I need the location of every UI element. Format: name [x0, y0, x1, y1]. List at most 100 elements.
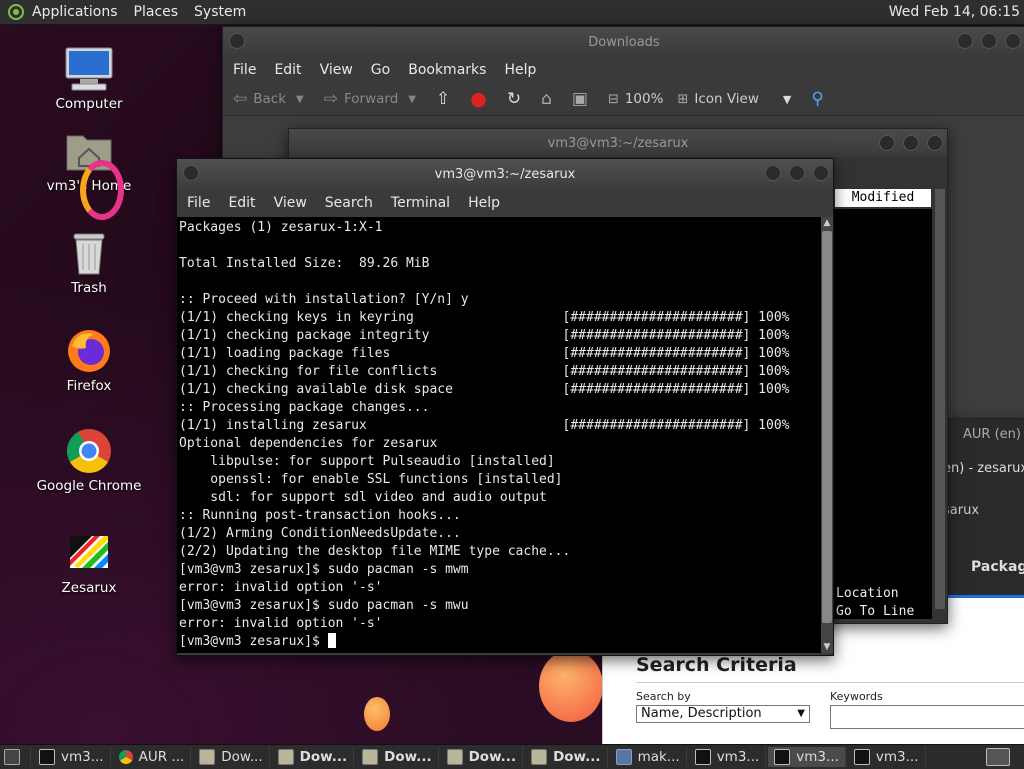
- terminal-line: (1/1) loading package files [###########…: [179, 346, 790, 361]
- taskbar-item-label: Dow...: [299, 749, 348, 765]
- system-menu[interactable]: System: [194, 4, 246, 20]
- stop-icon: ●: [470, 88, 487, 110]
- trash-icon: [64, 230, 114, 276]
- window-title: vm3@vm3:~/zesarux: [434, 166, 576, 182]
- taskbar-item[interactable]: Dow...: [441, 747, 524, 767]
- taskbar-item[interactable]: vm3...: [33, 747, 111, 767]
- terminal-line: :: Running post-transaction hooks...: [179, 508, 461, 523]
- back-button[interactable]: ⇦ Back ▼: [233, 89, 310, 109]
- stop-button[interactable]: ●: [470, 88, 493, 110]
- zoom-level: 100%: [624, 91, 664, 107]
- taskbar-item[interactable]: Dow...: [525, 747, 608, 767]
- view-mode-select[interactable]: Icon View: [694, 91, 759, 107]
- scrollbar[interactable]: [935, 189, 945, 609]
- search-button[interactable]: ⚲: [811, 89, 829, 109]
- minimize-button[interactable]: [957, 33, 973, 49]
- file-manager-titlebar[interactable]: Downloads: [223, 27, 1024, 57]
- keywords-input[interactable]: [830, 705, 1024, 729]
- forward-button[interactable]: ⇨ Forward ▼: [324, 89, 422, 109]
- menu-go[interactable]: Go: [371, 62, 390, 78]
- menu-view[interactable]: View: [320, 62, 353, 78]
- scrollbar-thumb[interactable]: [822, 231, 832, 623]
- terminal-line: libpulse: for support Pulseaudio [instal…: [179, 454, 555, 469]
- desktop-icon-label: Trash: [71, 280, 107, 296]
- home-button[interactable]: ⌂: [541, 89, 558, 109]
- back-terminal-text: Location Go To Line: [836, 585, 914, 621]
- places-menu[interactable]: Places: [134, 4, 179, 20]
- terminal-titlebar[interactable]: vm3@vm3:~/zesarux: [177, 159, 833, 189]
- maximize-button[interactable]: [903, 135, 919, 151]
- minimize-button[interactable]: [765, 165, 781, 181]
- desktop-icon-trash[interactable]: Trash: [28, 230, 150, 296]
- taskbar-item[interactable]: Dow...: [356, 747, 439, 767]
- wallpaper-circle: [539, 650, 603, 722]
- window-menu-button[interactable]: [229, 33, 245, 49]
- taskbar-item[interactable]: mak...: [610, 747, 687, 767]
- terminal-line: Total Installed Size: 89.26 MiB: [179, 256, 430, 271]
- menu-help[interactable]: Help: [504, 62, 536, 78]
- terminal-line: :: Proceed with installation? [Y/n] y: [179, 292, 469, 307]
- taskbar-item[interactable]: AUR ...: [113, 747, 192, 767]
- taskbar-item[interactable]: vm3...: [768, 747, 846, 767]
- close-button[interactable]: [1005, 33, 1021, 49]
- modified-column-header[interactable]: Modified: [835, 189, 931, 207]
- clock[interactable]: Wed Feb 14, 06:15: [889, 4, 1020, 20]
- back-terminal-screen[interactable]: [834, 209, 932, 619]
- menu-edit[interactable]: Edit: [228, 195, 255, 211]
- terminal-line: Location: [836, 586, 899, 601]
- taskbar-item[interactable]: Dow...: [193, 747, 270, 767]
- desktop-icon-computer[interactable]: Computer: [28, 46, 150, 112]
- browser-tab-title[interactable]: AUR (en) -: [963, 427, 1024, 442]
- menu-view[interactable]: View: [274, 195, 307, 211]
- back-terminal-titlebar[interactable]: vm3@vm3:~/zesarux: [289, 129, 947, 157]
- desktop-icon-zesarux[interactable]: Zesarux: [28, 530, 150, 596]
- menu-file[interactable]: File: [187, 195, 210, 211]
- packages-nav-link[interactable]: Package: [971, 559, 1024, 575]
- menu-help[interactable]: Help: [468, 195, 500, 211]
- chevron-down-icon: ▼: [797, 708, 805, 719]
- close-button[interactable]: [813, 165, 829, 181]
- search-by-select[interactable]: Name, Description ▼: [636, 705, 810, 723]
- workspace-switcher[interactable]: [980, 747, 1022, 767]
- close-button[interactable]: [927, 135, 943, 151]
- desktop-icon-chrome[interactable]: Google Chrome: [28, 428, 150, 494]
- reload-button[interactable]: ↻: [507, 89, 527, 109]
- computer-button[interactable]: ▣: [572, 89, 594, 109]
- scroll-down-icon[interactable]: ▼: [821, 641, 833, 653]
- window-menu-button[interactable]: [183, 165, 199, 181]
- terminal-screen[interactable]: Packages (1) zesarux-1:X-1 Total Install…: [177, 217, 821, 653]
- maximize-button[interactable]: [789, 165, 805, 181]
- minimize-button[interactable]: [879, 135, 895, 151]
- terminal-scrollbar[interactable]: ▲ ▼: [821, 217, 833, 653]
- zoom-out-icon: ⊟: [607, 91, 619, 107]
- menu-search[interactable]: Search: [325, 195, 373, 211]
- scroll-up-icon[interactable]: ▲: [821, 217, 833, 229]
- zoom-in-button[interactable]: ⊞ Icon View ▼: [677, 91, 797, 107]
- workspace-icon: [986, 748, 1010, 766]
- menu-bookmarks[interactable]: Bookmarks: [408, 62, 486, 78]
- taskbar-item-label: vm3...: [796, 749, 839, 765]
- desktop-icon-label: Zesarux: [61, 580, 117, 596]
- search-icon: ⚲: [811, 89, 824, 109]
- up-button[interactable]: ⇧: [436, 89, 456, 109]
- zesarux-icon: [64, 530, 114, 576]
- terminal-line: [vm3@vm3 zesarux]$ sudo pacman -s mwu: [179, 598, 469, 613]
- menu-edit[interactable]: Edit: [274, 62, 301, 78]
- taskbar-item[interactable]: vm3...: [848, 747, 926, 767]
- desktop-icon-firefox[interactable]: Firefox: [28, 328, 150, 394]
- taskbar-item[interactable]: vm3...: [689, 747, 767, 767]
- show-desktop-button[interactable]: [0, 747, 31, 767]
- folder-icon: [199, 749, 216, 765]
- monitor-icon: ▣: [571, 89, 588, 109]
- terminal-icon: [39, 749, 55, 765]
- applications-menu[interactable]: Applications: [32, 4, 118, 20]
- menu-terminal[interactable]: Terminal: [391, 195, 450, 211]
- zoom-out-button[interactable]: ⊟ 100%: [608, 91, 664, 107]
- taskbar-item[interactable]: Dow...: [272, 747, 355, 767]
- distro-logo-icon[interactable]: [8, 4, 24, 20]
- taskbar: vm3... AUR ... Dow... Dow... Dow... Dow... Dow…: [0, 744, 1024, 769]
- terminal-line: error: invalid option '-s': [179, 580, 383, 595]
- home-icon: ⌂: [541, 89, 552, 109]
- menu-file[interactable]: File: [233, 62, 256, 78]
- maximize-button[interactable]: [981, 33, 997, 49]
